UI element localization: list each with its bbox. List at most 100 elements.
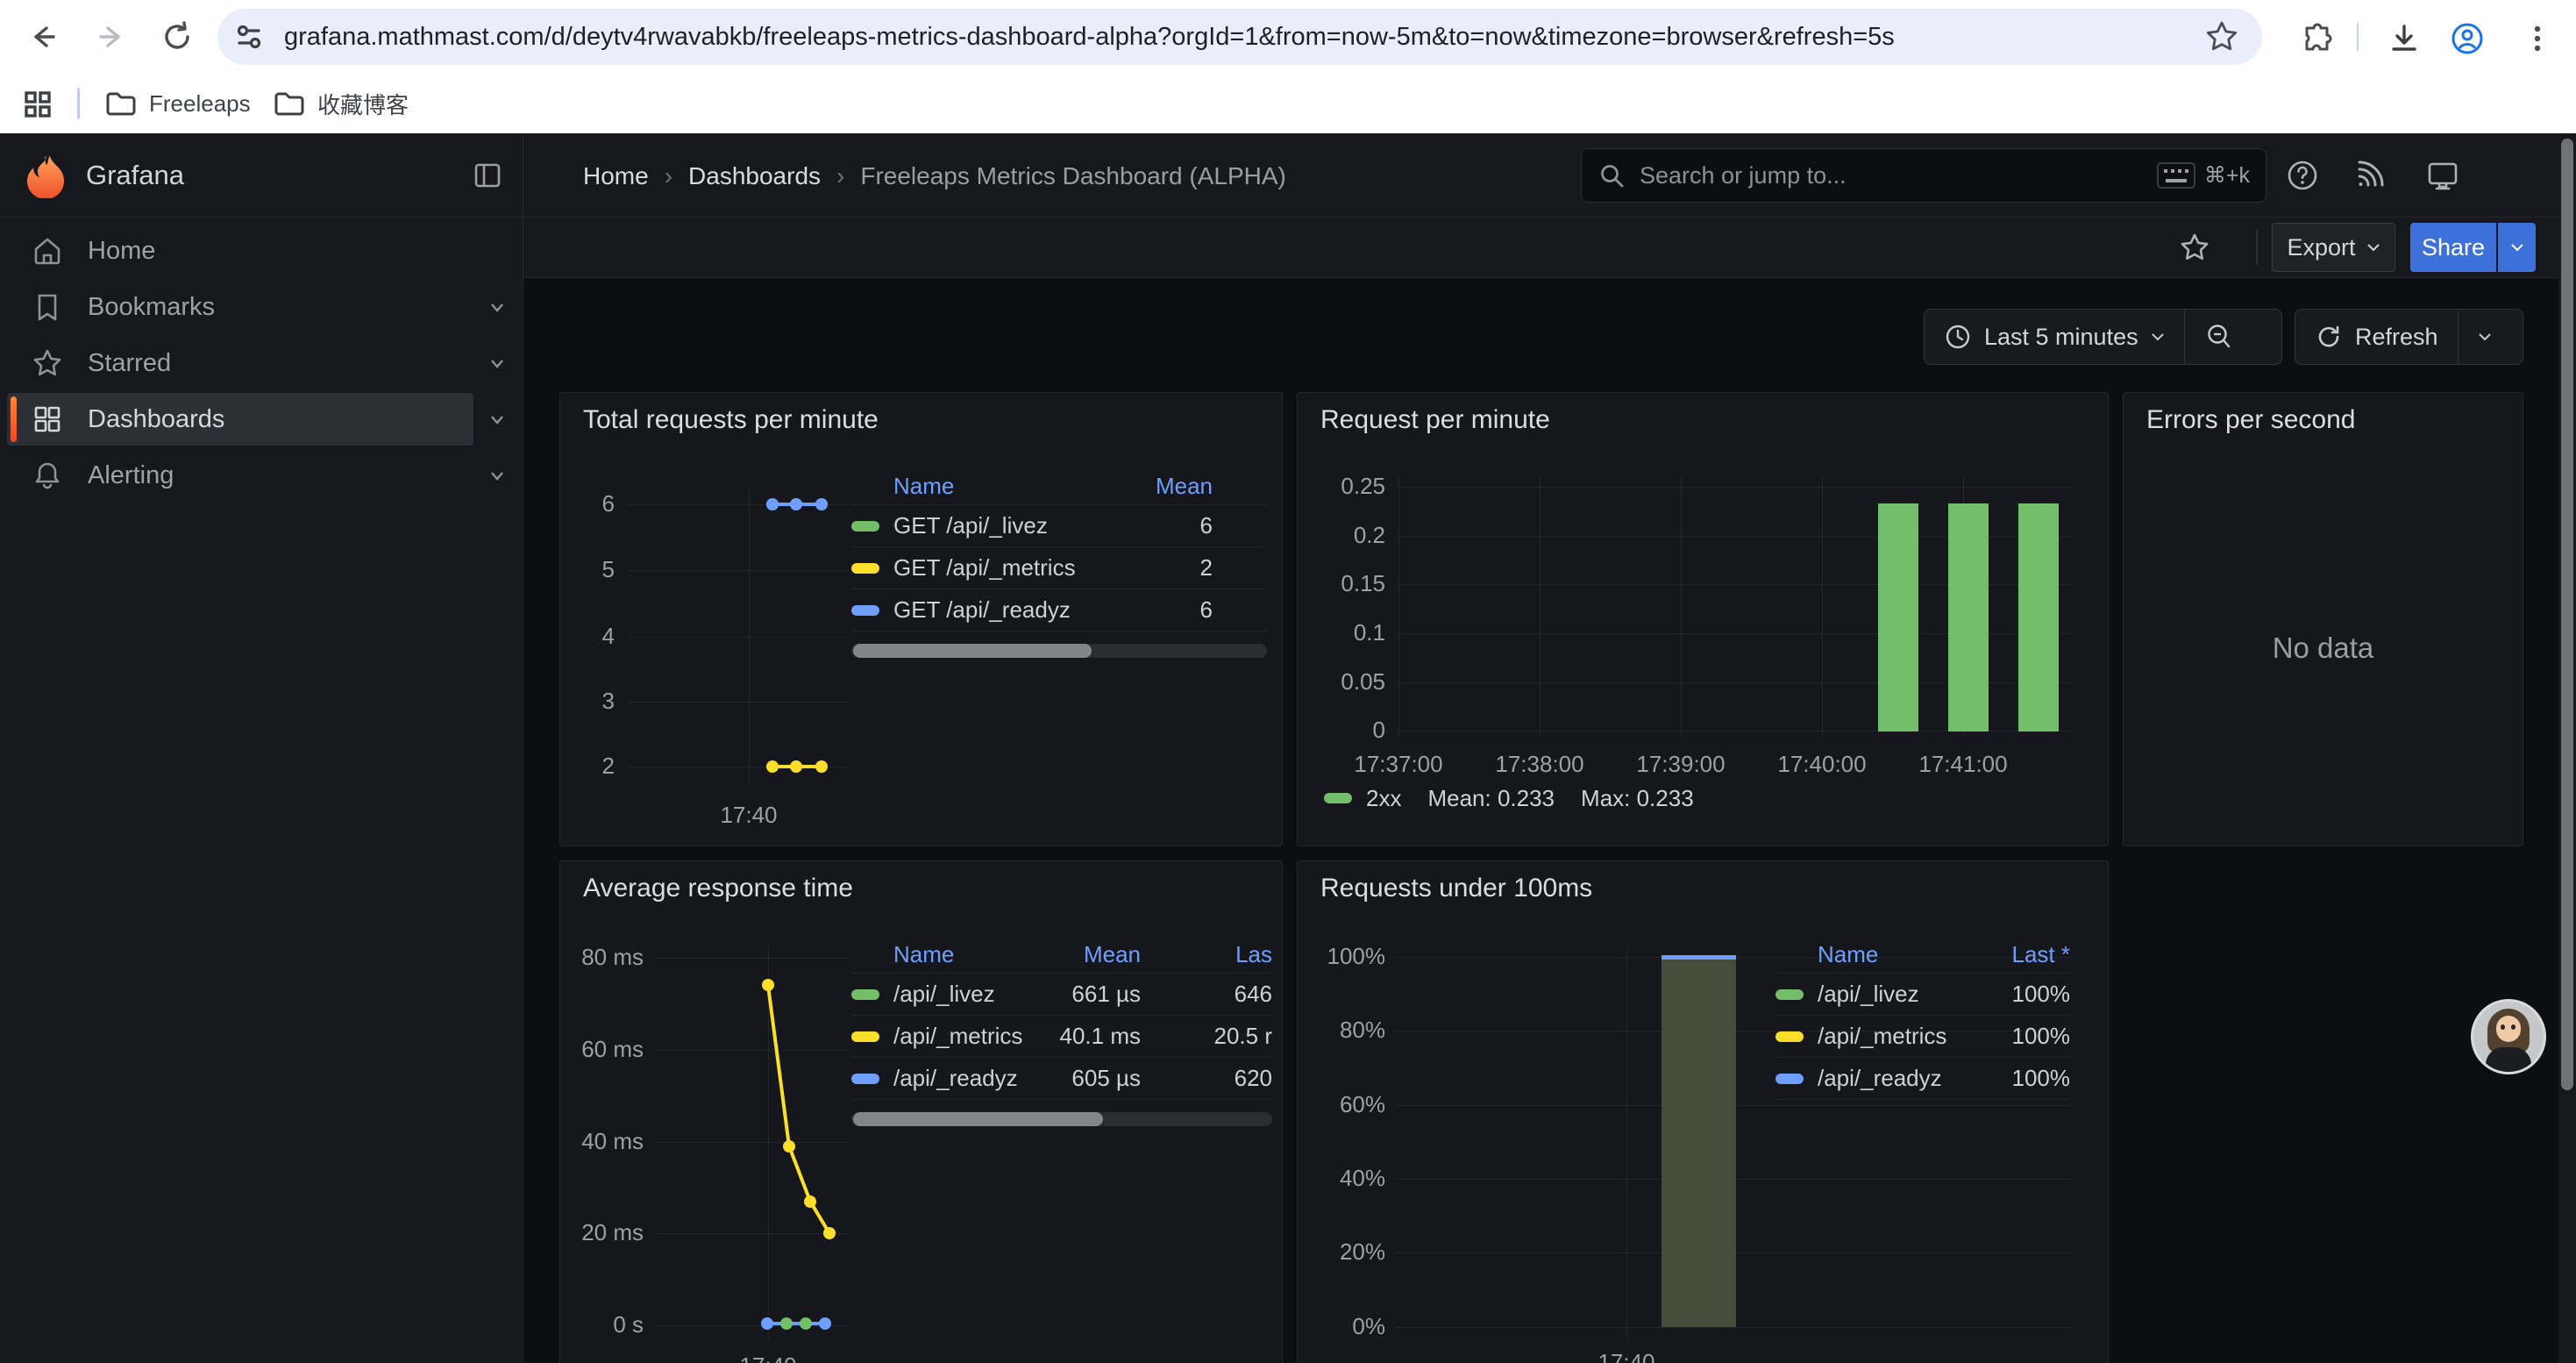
share-button[interactable]: Share (2410, 223, 2496, 272)
search-icon (1598, 161, 1626, 189)
data-point (761, 1317, 773, 1330)
chevron-down-icon[interactable] (487, 353, 507, 373)
time-range-label: Last 5 minutes (1984, 324, 2138, 351)
legend-row[interactable]: /api/_livez100% (1775, 974, 2070, 1016)
requests-under-100ms-plot: 100%80%60%40%20%0%17:40NameLast */api/_l… (1298, 861, 2108, 1363)
profile-icon[interactable] (2448, 19, 2487, 58)
rss-icon[interactable] (2352, 158, 2387, 193)
extensions-icon[interactable] (2299, 19, 2338, 58)
gridline-h (1396, 1327, 2073, 1328)
bell-icon (32, 460, 63, 491)
series-swatch (1324, 793, 1352, 803)
url-text[interactable]: grafana.mathmast.com/d/deytv4rwavabkb/fr… (284, 23, 2181, 52)
data-point (790, 498, 802, 510)
dashboard-canvas: Last 5 minutes Refresh Total requests pe… (523, 278, 2560, 1363)
bookmark-folder-freeleaps[interactable]: Freeleaps (105, 86, 251, 121)
legend-row[interactable]: GET /api/_readyz6 (851, 589, 1267, 632)
average-response-legend: NameMeanLas/api/_livez661 µs646/api/_met… (851, 937, 1272, 1100)
bookmarks-separator (77, 88, 80, 119)
x-axis-tick: 17:40 (1548, 1349, 1705, 1363)
help-icon[interactable] (2285, 158, 2320, 193)
legend-row[interactable]: GET /api/_livez6 (851, 505, 1267, 547)
data-point (780, 1317, 793, 1330)
data-point (804, 1195, 816, 1208)
bookmark-folder-blogs[interactable]: 收藏博客 (274, 86, 409, 121)
brand-name: Grafana (86, 160, 184, 191)
page-scrollbar[interactable] (2558, 133, 2576, 1363)
refresh-button[interactable]: Refresh (2295, 310, 2458, 364)
gridline-v (1822, 476, 1823, 735)
bookmark-star-icon[interactable] (2204, 19, 2239, 54)
legend-row[interactable]: /api/_readyz605 µs620 (851, 1058, 1272, 1100)
apps-grid-icon[interactable] (23, 89, 53, 119)
sidebar-item-label: Starred (88, 349, 171, 378)
x-axis-tick: 17:37:00 (1320, 751, 1477, 778)
address-bar[interactable]: grafana.mathmast.com/d/deytv4rwavabkb/fr… (217, 9, 2262, 65)
chevron-down-icon[interactable] (487, 466, 507, 485)
folder-icon (274, 90, 305, 117)
export-button[interactable]: Export (2272, 223, 2395, 272)
breadcrumb-dashboards[interactable]: Dashboards (688, 162, 821, 189)
time-range-picker[interactable]: Last 5 minutes (1925, 310, 2184, 364)
y-axis-tick: 0.25 (1298, 473, 1385, 500)
assistant-avatar[interactable] (2471, 999, 2546, 1074)
panel-title[interactable]: Errors per second (2146, 405, 2355, 435)
download-icon[interactable] (2385, 19, 2423, 58)
search-input[interactable] (1640, 162, 2157, 189)
legend-max: Max: 0.233 (1581, 785, 1694, 812)
zoom-out-button[interactable] (2185, 310, 2253, 364)
data-point (815, 498, 828, 510)
kebab-menu-icon[interactable] (2518, 19, 2557, 58)
y-axis-tick: 0.2 (1298, 522, 1385, 549)
legend-row[interactable]: /api/_readyz100% (1775, 1058, 2070, 1100)
gridline-v (1681, 476, 1682, 735)
breadcrumb-home[interactable]: Home (583, 162, 649, 189)
grafana-logo[interactable] (23, 153, 68, 198)
toolbar-divider (2357, 23, 2359, 51)
y-axis-tick: 40% (1298, 1165, 1385, 1192)
series-swatch (851, 605, 879, 616)
chevron-down-icon[interactable] (487, 297, 507, 317)
x-axis-tick: 17:39:00 (1602, 751, 1760, 778)
scrollbar-thumb[interactable] (2561, 139, 2573, 1090)
series-swatch (851, 1031, 879, 1042)
legend-mean: Mean: 0.233 (1427, 785, 1555, 812)
tune-icon[interactable] (231, 19, 267, 54)
favorite-star-icon[interactable] (2179, 232, 2210, 263)
back-icon[interactable] (25, 18, 63, 56)
sidebar-item-alerting[interactable]: Alerting (7, 449, 473, 502)
legend-row[interactable]: GET /api/_metrics2 (851, 547, 1267, 589)
sidebar-item-bookmarks[interactable]: Bookmarks (7, 281, 473, 333)
gridline-v (1626, 949, 1627, 1339)
legend-scrollbar[interactable] (851, 644, 1267, 658)
sidebar-item-dashboards[interactable]: Dashboards (7, 393, 473, 446)
screen: grafana.mathmast.com/d/deytv4rwavabkb/fr… (0, 0, 2576, 1363)
forward-icon[interactable] (91, 18, 130, 56)
legend-row[interactable]: /api/_metrics100% (1775, 1016, 2070, 1058)
search-bar[interactable]: ⌘+k (1581, 148, 2266, 203)
y-axis-tick: 0% (1298, 1313, 1385, 1340)
monitor-icon[interactable] (2425, 158, 2460, 193)
data-point (815, 760, 828, 773)
legend-series-name: 2xx (1366, 785, 1401, 812)
legend-row[interactable]: /api/_livez661 µs646 (851, 974, 1272, 1016)
legend-scrollbar-thumb[interactable] (853, 644, 1092, 658)
gridline-h (629, 637, 850, 638)
time-range-control: Last 5 minutes (1924, 309, 2282, 365)
reload-icon[interactable] (158, 18, 196, 56)
legend-scrollbar[interactable] (851, 1112, 1272, 1126)
breadcrumb: Home›Dashboards›Freeleaps Metrics Dashbo… (583, 162, 1286, 190)
legend-header: NameMean (851, 468, 1267, 505)
gridline-v (749, 488, 750, 784)
legend-row[interactable]: /api/_metrics40.1 ms20.5 r (851, 1016, 1272, 1058)
share-dropdown-button[interactable] (2498, 223, 2536, 272)
sidebar-item-starred[interactable]: Starred (7, 337, 473, 389)
y-axis-tick: 100% (1298, 943, 1385, 970)
legend-scrollbar-thumb[interactable] (853, 1112, 1103, 1126)
dock-sidebar-icon[interactable] (472, 160, 503, 191)
chevron-down-icon[interactable] (487, 410, 507, 429)
x-axis-tick: 17:41:00 (1884, 751, 2042, 778)
request-per-minute-plot: 0.250.20.150.10.05017:37:0017:38:0017:39… (1298, 393, 2108, 846)
refresh-interval-dropdown[interactable] (2459, 310, 2511, 364)
sidebar-item-home[interactable]: Home (7, 225, 473, 277)
